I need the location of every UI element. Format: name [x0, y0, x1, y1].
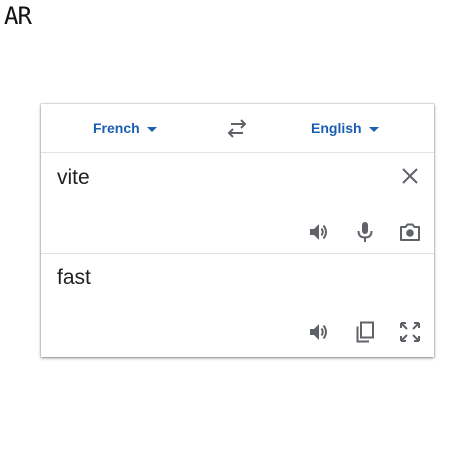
fullscreen-icon — [400, 322, 420, 342]
chevron-down-icon — [368, 126, 379, 132]
swap-arrows-icon — [227, 119, 247, 138]
fullscreen-button[interactable] — [398, 320, 422, 344]
copy-translation-button[interactable] — [353, 320, 377, 344]
speaker-icon — [310, 324, 327, 340]
corner-label: AR — [4, 2, 32, 30]
translation-panel: fast — [41, 254, 434, 357]
clear-button[interactable] — [398, 164, 422, 188]
target-language-button[interactable]: English — [311, 120, 379, 136]
translate-card: French English vite fast — [41, 104, 434, 357]
language-bar: French English — [41, 104, 434, 153]
speaker-icon — [310, 224, 327, 240]
microphone-icon — [357, 222, 373, 242]
camera-icon — [400, 223, 420, 241]
translation-listen-button[interactable] — [307, 320, 331, 344]
source-language-button[interactable]: French — [93, 120, 157, 136]
source-listen-button[interactable] — [307, 220, 331, 244]
source-panel: vite — [41, 153, 434, 254]
voice-input-button[interactable] — [353, 220, 377, 244]
chevron-down-icon — [146, 126, 157, 132]
camera-input-button[interactable] — [398, 220, 422, 244]
translation-text: fast — [57, 266, 91, 289]
close-icon — [402, 168, 418, 184]
source-text-input[interactable]: vite — [57, 166, 90, 190]
target-language-label: English — [311, 120, 362, 136]
source-language-label: French — [93, 120, 140, 136]
swap-languages-button[interactable] — [225, 118, 249, 140]
copy-icon — [356, 321, 374, 343]
